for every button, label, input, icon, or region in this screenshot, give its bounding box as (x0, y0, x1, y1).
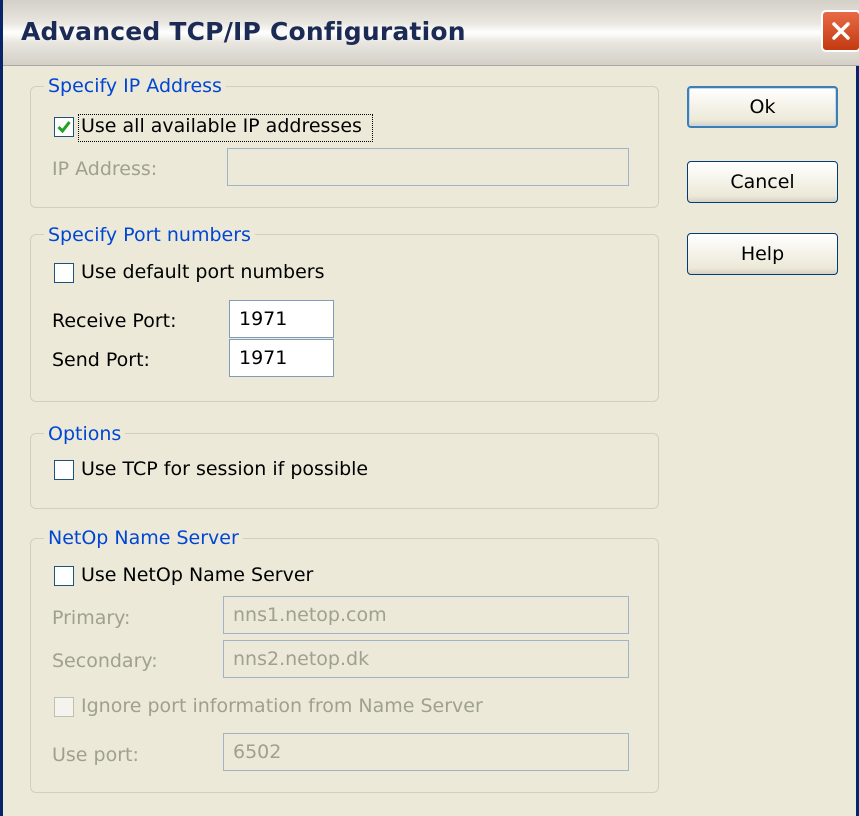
close-button[interactable] (821, 10, 859, 52)
title-bar[interactable]: Advanced TCP/IP Configuration (3, 0, 859, 66)
ip-address-group-legend: Specify IP Address (44, 75, 226, 97)
checkmark-icon (57, 121, 71, 134)
cancel-button[interactable]: Cancel (687, 161, 838, 203)
secondary-field[interactable]: nns2.netop.dk (223, 640, 629, 678)
ip-address-label: IP Address: (52, 158, 158, 180)
receive-port-field[interactable]: 1971 (229, 300, 334, 338)
window-title: Advanced TCP/IP Configuration (21, 17, 466, 46)
secondary-label: Secondary: (52, 650, 158, 672)
ip-address-field[interactable] (227, 148, 629, 186)
ok-button[interactable]: Ok (687, 86, 838, 128)
use-tcp-checkbox[interactable] (54, 460, 74, 480)
options-group-legend: Options (44, 423, 126, 445)
use-port-field[interactable]: 6502 (223, 733, 629, 771)
use-name-server-label[interactable]: Use NetOp Name Server (81, 564, 313, 586)
use-default-port-checkbox[interactable] (54, 263, 74, 283)
ignore-port-info-checkbox[interactable] (54, 697, 74, 717)
send-port-label: Send Port: (52, 349, 150, 371)
use-default-port-label[interactable]: Use default port numbers (81, 261, 324, 283)
close-icon (832, 22, 850, 40)
ip-address-group (30, 86, 659, 208)
primary-label: Primary: (52, 607, 131, 629)
dialog-window: Advanced TCP/IP Configuration Specify IP… (0, 0, 859, 816)
use-all-ip-label[interactable]: Use all available IP addresses (81, 115, 362, 137)
use-all-ip-checkbox[interactable] (54, 117, 74, 137)
use-port-label: Use port: (52, 744, 139, 766)
send-port-field[interactable]: 1971 (229, 339, 334, 377)
use-name-server-checkbox[interactable] (54, 566, 74, 586)
use-tcp-label[interactable]: Use TCP for session if possible (81, 458, 368, 480)
help-button[interactable]: Help (687, 233, 838, 275)
ignore-port-info-label[interactable]: Ignore port information from Name Server (81, 695, 483, 717)
port-numbers-group-legend: Specify Port numbers (44, 224, 255, 246)
name-server-group-legend: NetOp Name Server (44, 527, 243, 549)
primary-field[interactable]: nns1.netop.com (223, 596, 629, 634)
receive-port-label: Receive Port: (52, 310, 177, 332)
